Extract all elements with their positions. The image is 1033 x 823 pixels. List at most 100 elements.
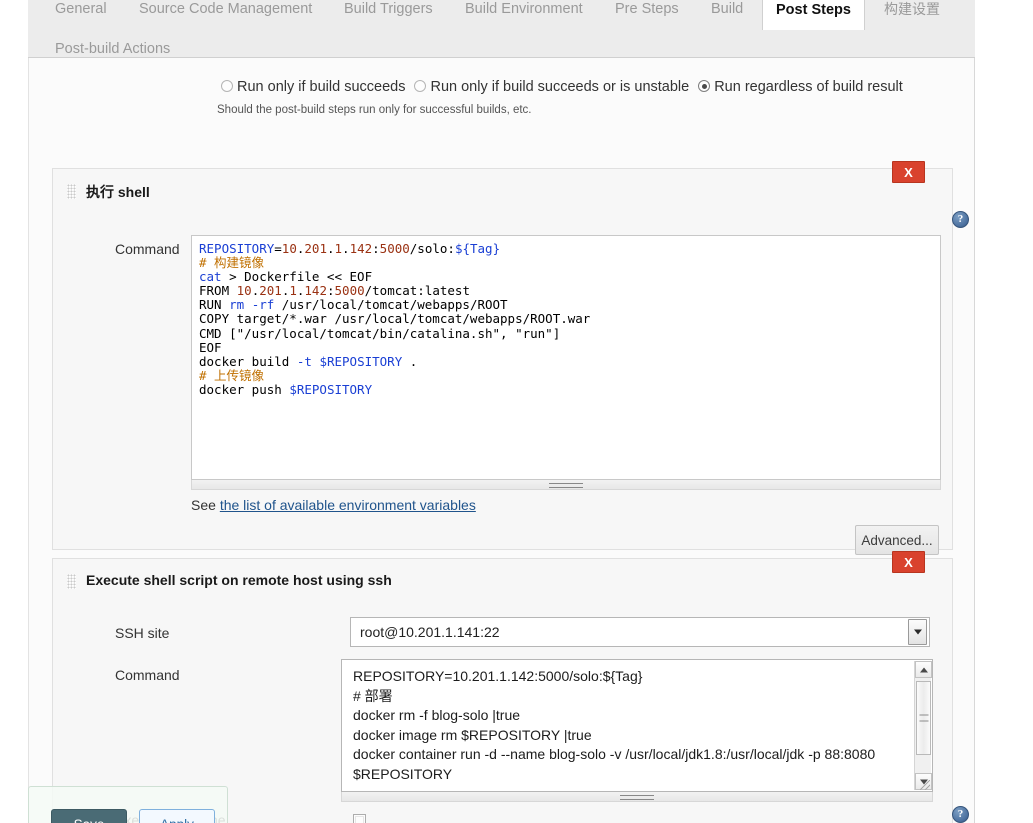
code-line: REPOSITORY=10.201.1.142:5000/solo:${Tag} <box>199 241 934 256</box>
code-token: -t <box>296 353 312 369</box>
code-token: /solo: <box>409 241 455 256</box>
shell-command-editor[interactable]: REPOSITORY=10.201.1.142:5000/solo:${Tag}… <box>191 235 941 480</box>
code-token: 142 <box>304 283 327 299</box>
code-token: 142 <box>349 241 373 256</box>
code-token: 1 <box>289 283 297 299</box>
code-token: 5000 <box>334 283 365 299</box>
code-line: COPY target/*.war /usr/local/tomcat/weba… <box>199 312 934 326</box>
ssh-site-selected-value: root@10.201.1.141:22 <box>360 624 500 640</box>
code-line: RUN rm -rf /usr/local/tomcat/webapps/ROO… <box>199 298 934 312</box>
code-token: = <box>274 241 282 256</box>
run-condition-option-label: Run only if build succeeds <box>237 79 406 95</box>
tab-pre-steps[interactable]: Pre Steps <box>602 0 692 29</box>
env-variables-hint-prefix: See <box>191 497 220 513</box>
help-icon-shell[interactable] <box>952 211 969 228</box>
code-token: docker push <box>199 381 290 397</box>
run-condition-help-text: Should the post-build steps run only for… <box>217 104 532 116</box>
code-token: docker build <box>199 353 297 369</box>
ssh-command-scrollbar[interactable] <box>914 661 932 790</box>
builder-panel-ssh: Execute shell script on remote host usin… <box>52 551 969 823</box>
ssh-editor-resize-handle[interactable] <box>341 792 933 802</box>
tab-general[interactable]: General <box>42 0 120 29</box>
run-condition-radio-group: Run only if build succeeds Run only if bu… <box>221 79 941 95</box>
help-icon-execute-each-line[interactable] <box>952 806 969 823</box>
run-condition-option-label: Run only if build succeeds or is unstabl… <box>430 79 690 95</box>
code-line: cat > Dockerfile << EOF <box>199 270 934 284</box>
code-token: cat <box>199 269 222 285</box>
floating-action-bar: Save Apply <box>28 786 228 823</box>
code-token: $REPOSITORY <box>319 353 403 369</box>
code-token: $REPOSITORY <box>289 381 373 397</box>
scroll-up-icon[interactable] <box>915 661 932 678</box>
scrollbar-thumb[interactable] <box>916 681 931 755</box>
config-content-area: Run only if build succeeds Run only if bu… <box>28 58 975 823</box>
code-token: /tomcat:latest <box>364 283 470 299</box>
code-token: . <box>326 241 335 256</box>
run-condition-option-label: Run regardless of build result <box>714 79 903 95</box>
delete-builder-button[interactable]: X <box>892 161 925 183</box>
config-tab-bar: General Source Code Management Build Trigg… <box>28 0 975 58</box>
command-label-ssh: Command <box>115 667 180 683</box>
code-token: COPY target/*.war /usr/local/tomcat/weba… <box>199 311 591 327</box>
radio-icon[interactable] <box>698 80 711 92</box>
code-line: CMD ["/usr/local/tomcat/bin/catalina.sh"… <box>199 325 934 341</box>
tab-build[interactable]: Build <box>698 0 756 29</box>
code-line: FROM 10.201.1.142:5000/tomcat:latest <box>199 284 934 298</box>
code-token: # 上传镜像 <box>199 367 265 383</box>
run-condition-option-0[interactable]: Run only if build succeeds <box>221 79 405 95</box>
tab-build-triggers[interactable]: Build Triggers <box>331 0 446 29</box>
tab-[interactable]: 构建设置 <box>871 0 953 29</box>
save-button[interactable]: Save <box>51 809 127 823</box>
code-token: : <box>326 283 335 299</box>
env-variables-hint: See the list of available environment va… <box>191 497 476 513</box>
textarea-resize-grip-icon[interactable] <box>920 780 930 790</box>
code-token: /usr/local/tomcat/webapps/ROOT <box>274 297 508 313</box>
radio-icon[interactable] <box>414 80 427 92</box>
panel-title-shell: 执行 shell <box>86 184 150 200</box>
radio-icon[interactable] <box>221 80 233 92</box>
env-variables-link[interactable]: the list of available environment variab… <box>220 497 476 513</box>
ssh-site-select[interactable]: root@10.201.1.141:22 <box>350 617 930 647</box>
tab-source-code-management[interactable]: Source Code Management <box>126 0 325 29</box>
code-line: EOF <box>199 340 934 355</box>
builder-panel-shell: 执行 shell X Command REPOSITORY=10.201.1.1… <box>52 161 969 555</box>
execute-each-line-checkbox[interactable] <box>353 814 366 823</box>
code-token: 201 <box>304 241 327 256</box>
page-root: General Source Code Management Build Trigg… <box>0 0 1033 823</box>
code-token: RUN <box>199 297 230 313</box>
code-line: # 构建镜像 <box>199 256 934 270</box>
code-token: > Dockerfile << EOF <box>221 269 373 285</box>
ssh-command-text: REPOSITORY=10.201.1.142:5000/solo:${Tag}… <box>353 668 876 782</box>
code-token: . <box>342 241 350 256</box>
code-token: . <box>402 353 418 369</box>
run-condition-option-2[interactable]: Run regardless of build result <box>698 79 903 95</box>
run-condition-option-1[interactable]: Run only if build succeeds or is unstabl… <box>414 79 689 95</box>
drag-handle-icon[interactable] <box>67 574 76 589</box>
code-token: CMD ["/usr/local/tomcat/bin/catalina.sh"… <box>199 325 561 341</box>
ssh-command-textarea[interactable]: REPOSITORY=10.201.1.142:5000/solo:${Tag}… <box>341 659 933 792</box>
code-token: REPOSITORY <box>199 241 275 256</box>
code-token: ${Tag} <box>454 241 501 256</box>
delete-builder-button[interactable]: X <box>892 551 925 573</box>
panel-header-shell: 执行 shell X <box>53 161 952 215</box>
editor-resize-handle[interactable] <box>191 480 941 490</box>
code-line: docker build -t $REPOSITORY . <box>199 353 934 369</box>
panel-header-ssh: Execute shell script on remote host usin… <box>53 551 952 605</box>
code-token: 10 <box>236 283 252 299</box>
tab-build-environment[interactable]: Build Environment <box>452 0 596 29</box>
command-label-shell: Command <box>115 241 180 257</box>
panel-title-ssh: Execute shell script on remote host usin… <box>86 572 392 588</box>
code-token: 201 <box>259 283 282 299</box>
code-token: rm <box>229 297 245 313</box>
apply-button[interactable]: Apply <box>139 809 215 823</box>
code-line: # 上传镜像 <box>199 367 934 383</box>
chevron-down-icon[interactable] <box>908 619 927 645</box>
ssh-site-label: SSH site <box>115 625 170 641</box>
drag-handle-icon[interactable] <box>67 184 76 199</box>
code-token: 1 <box>334 241 343 256</box>
code-line: docker push $REPOSITORY <box>199 381 934 397</box>
code-token: -rf <box>251 297 275 313</box>
code-token: # 构建镜像 <box>199 255 265 271</box>
tab-post-steps[interactable]: Post Steps <box>762 0 865 30</box>
